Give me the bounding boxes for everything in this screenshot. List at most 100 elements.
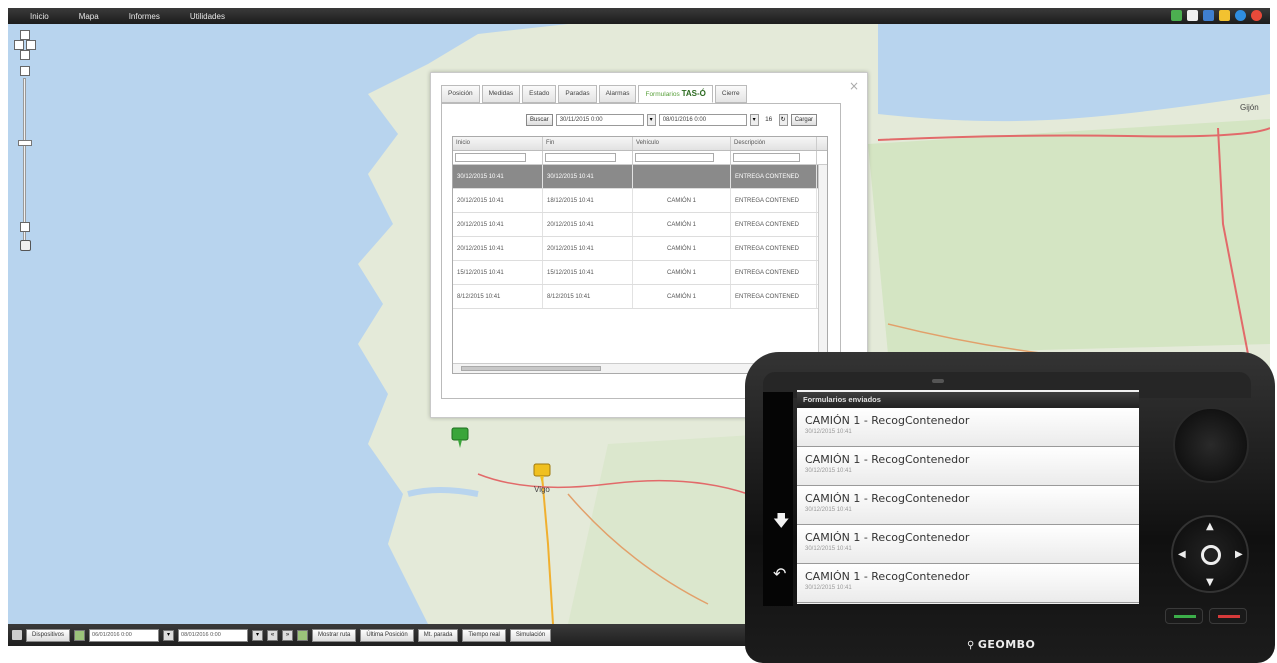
cell-inicio: 20/12/2015 10:41 xyxy=(453,189,543,212)
accept-button[interactable] xyxy=(1165,608,1203,624)
list-item[interactable]: CAMIÓN 1 - RecogContenedor 30/12/2015 10… xyxy=(797,564,1139,603)
tab-formularios-label: Formularios xyxy=(645,91,680,98)
cancel-indicator xyxy=(1218,615,1240,618)
table-row[interactable]: 20/12/2015 10:41 20/12/2015 10:41 CAMIÓN… xyxy=(453,237,827,261)
zoom-slider-handle[interactable] xyxy=(18,140,32,146)
cell-descripcion: ENTREGA CONTENED xyxy=(731,189,817,212)
list-item[interactable]: CAMIÓN 1 - RecogContenedor 30/12/2015 10… xyxy=(797,408,1139,447)
calendar-icon[interactable] xyxy=(74,629,86,641)
back-icon[interactable]: ↶ xyxy=(773,564,786,583)
tab-medidas[interactable]: Medidas xyxy=(481,85,521,103)
table-row[interactable]: 20/12/2015 10:41 20/12/2015 10:41 CAMIÓN… xyxy=(453,213,827,237)
dpad-down-icon[interactable]: ▼ xyxy=(1206,577,1214,588)
tab-posicion[interactable]: Posición xyxy=(441,85,480,103)
column-header-fin[interactable]: Fin xyxy=(543,137,633,150)
cell-fin: 30/12/2015 10:41 xyxy=(543,165,633,188)
list-item[interactable]: CAMIÓN 1 - RecogContenedor 30/12/2015 10… xyxy=(797,486,1139,525)
list-item-title: CAMIÓN 1 - RecogContenedor xyxy=(805,414,970,427)
cell-vehiculo: CAMIÓN 1 xyxy=(633,237,731,260)
cell-inicio: 30/12/2015 10:41 xyxy=(453,165,543,188)
table-row[interactable]: 20/12/2015 10:41 18/12/2015 10:41 CAMIÓN… xyxy=(453,189,827,213)
scrollbar-thumb[interactable] xyxy=(461,366,601,371)
tab-paradas[interactable]: Paradas xyxy=(558,85,597,103)
dpad-center-button[interactable] xyxy=(1201,545,1221,565)
tab-alarmas[interactable]: Alarmas xyxy=(598,85,637,103)
filter-fin[interactable] xyxy=(543,151,633,164)
globe-icon[interactable] xyxy=(1235,10,1246,21)
grid-icon[interactable] xyxy=(297,629,309,641)
menu-item-inicio[interactable]: Inicio xyxy=(30,12,49,21)
dpad-up-icon[interactable]: ▲ xyxy=(1206,521,1214,532)
exit-icon[interactable] xyxy=(1251,10,1262,21)
filter-inicio[interactable] xyxy=(453,151,543,164)
date-filter: Buscar 30/11/2015 0:00 ▾ 08/01/2016 0:00… xyxy=(526,114,818,126)
dpad-left-icon[interactable]: ◀ xyxy=(1178,549,1186,560)
last-position-button[interactable]: Última Posición xyxy=(360,628,414,642)
refresh-icon[interactable]: ↻ xyxy=(778,114,788,126)
menu-item-informes[interactable]: Informes xyxy=(129,12,160,21)
list-item-title: CAMIÓN 1 - RecogContenedor xyxy=(805,453,970,466)
pan-left-icon[interactable] xyxy=(14,40,24,50)
down-arrow-icon[interactable]: 🡇 xyxy=(773,510,789,537)
date-to-picker-icon[interactable]: ▾ xyxy=(749,114,759,126)
layers-icon[interactable] xyxy=(20,240,31,251)
list-item[interactable]: CAMIÓN 1 - RecogContenedor 30/12/2015 10… xyxy=(797,447,1139,486)
column-header-descripcion[interactable]: Descripción xyxy=(731,137,817,150)
simulation-button[interactable]: Simulación xyxy=(509,628,552,642)
cell-fin: 8/12/2015 10:41 xyxy=(543,285,633,308)
pan-up-icon[interactable] xyxy=(20,30,30,40)
stop-button[interactable]: Mt. parada xyxy=(417,628,459,642)
cell-vehiculo: CAMIÓN 1 xyxy=(633,261,731,284)
realtime-button[interactable]: Tiempo real xyxy=(462,628,506,642)
route-date-to[interactable]: 08/01/2016 0:00 xyxy=(178,628,249,642)
next-icon[interactable]: » xyxy=(282,629,294,641)
cancel-button[interactable] xyxy=(1209,608,1247,624)
dpad-right-icon[interactable]: ▶ xyxy=(1235,549,1243,560)
date-from-picker-icon[interactable]: ▾ xyxy=(646,114,656,126)
previous-icon[interactable]: « xyxy=(267,629,279,641)
filter-input[interactable] xyxy=(455,153,526,162)
list-item-date: 30/12/2015 10:41 xyxy=(805,468,852,474)
navigation-pad[interactable]: ▲ ▼ ◀ ▶ xyxy=(1171,515,1249,593)
tab-cierre[interactable]: Cierre xyxy=(714,85,747,103)
filter-input[interactable] xyxy=(545,153,616,162)
devices-button[interactable]: Dispositivos xyxy=(26,628,71,642)
tab-formularios[interactable]: Formularios TAS-Ó xyxy=(638,85,713,103)
pan-right-icon[interactable] xyxy=(26,40,36,50)
info-icon[interactable] xyxy=(1203,10,1214,21)
route-date-from[interactable]: 06/01/2016 0:00 xyxy=(89,628,160,642)
filter-input[interactable] xyxy=(635,153,714,162)
column-header-vehiculo[interactable]: Vehículo xyxy=(633,137,731,150)
menu-item-mapa[interactable]: Mapa xyxy=(79,12,99,21)
date-to-picker-icon[interactable]: ▾ xyxy=(252,629,264,641)
table-row[interactable]: 15/12/2015 10:41 15/12/2015 10:41 CAMIÓN… xyxy=(453,261,827,285)
search-button[interactable]: Buscar xyxy=(526,114,553,126)
show-route-button[interactable]: Mostrar ruta xyxy=(312,628,357,642)
pan-down-icon[interactable] xyxy=(20,50,30,60)
zoom-out-icon[interactable] xyxy=(20,222,30,232)
table-row[interactable]: 8/12/2015 10:41 8/12/2015 10:41 CAMIÓN 1… xyxy=(453,285,827,309)
cell-fin: 18/12/2015 10:41 xyxy=(543,189,633,212)
date-from-field[interactable]: 30/11/2015 0:00 xyxy=(555,114,644,126)
filter-descripcion[interactable] xyxy=(731,151,817,164)
table-header: Inicio Fin Vehículo Descripción xyxy=(453,137,827,151)
filter-vehiculo[interactable] xyxy=(633,151,731,164)
zoom-in-icon[interactable] xyxy=(20,66,30,76)
document-icon[interactable] xyxy=(1171,10,1182,21)
filter-input[interactable] xyxy=(733,153,800,162)
list-item-date: 30/12/2015 10:41 xyxy=(805,546,852,552)
cell-fin: 15/12/2015 10:41 xyxy=(543,261,633,284)
table-row[interactable]: 30/12/2015 10:41 30/12/2015 10:41 ENTREG… xyxy=(453,165,827,189)
vertical-scrollbar[interactable] xyxy=(818,165,827,355)
menu-item-utilidades[interactable]: Utilidades xyxy=(190,12,225,21)
load-button[interactable]: Cargar xyxy=(790,114,818,126)
cell-vehiculo xyxy=(633,165,731,188)
date-from-picker-icon[interactable]: ▾ xyxy=(163,629,175,641)
close-icon[interactable]: × xyxy=(849,79,859,93)
tab-estado[interactable]: Estado xyxy=(522,85,557,103)
search-icon[interactable] xyxy=(1187,10,1198,21)
list-item[interactable]: CAMIÓN 1 - RecogContenedor 30/12/2015 10… xyxy=(797,525,1139,564)
warning-icon[interactable] xyxy=(1219,10,1230,21)
date-to-field[interactable]: 08/01/2016 0:00 xyxy=(658,114,747,126)
column-header-inicio[interactable]: Inicio xyxy=(453,137,543,150)
